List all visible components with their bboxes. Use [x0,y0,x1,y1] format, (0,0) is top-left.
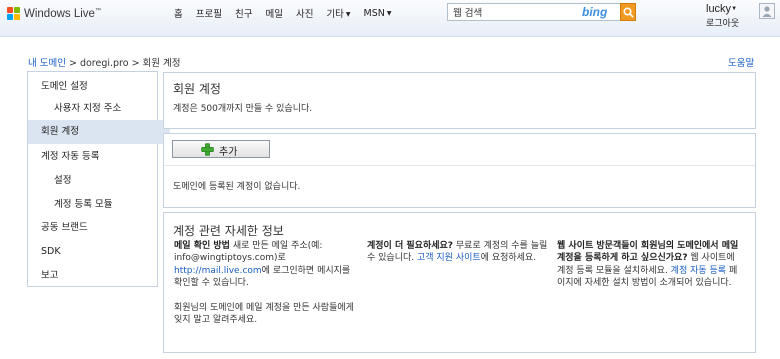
sidebar: 도메인 설정 사용자 지정 주소 회원 계정 계정 자동 등록 설정 계정 등록… [27,71,170,287]
bing-logo: bing [582,5,608,19]
logo-text: Windows Live™ [24,8,101,20]
breadcrumb-separator: > [68,58,77,69]
top-nav: 홈 프로필 친구 메일 사진 기타 ▼ MSN ▼ [174,6,405,21]
sidebar-item-cobrand[interactable]: 공동 브랜드 [28,216,170,240]
breadcrumb: 내 도메인 > doregi.pro > 회원 계정 [28,55,181,69]
divider [164,165,755,166]
caret-down-icon: ▼ [386,9,392,17]
help-link[interactable]: 도움말 [728,55,754,69]
account-info-panel: 계정 관련 자세한 정보 메일 확인 방법 새로 만든 메일 주소(예: inf… [163,212,756,353]
sidebar-item-domain-settings[interactable]: 도메인 설정 [28,75,170,99]
person-icon [762,6,772,17]
green-plus-icon [201,143,214,156]
support-site-link[interactable]: 고객 지원 사이트 [417,253,481,263]
breadcrumb-my-domains[interactable]: 내 도메인 [28,58,66,69]
caret-down-icon: ▼ [345,11,351,18]
auto-registration-link[interactable]: 계정 자동 등록 [671,266,726,276]
info-section-title: 계정 관련 자세한 정보 [173,224,284,238]
account-limit-text: 계정은 500개까지 만들 수 있습니다. [173,104,313,114]
breadcrumb-current: 회원 계정 [142,58,181,69]
nav-friends[interactable]: 친구 [235,6,252,20]
sign-out-link[interactable]: 로그아웃 [706,16,739,29]
breadcrumb-domain[interactable]: doregi.pro [80,58,129,69]
add-button-label: 추가 [219,147,238,158]
sidebar-item-registration-module[interactable]: 계정 등록 모듈 [28,193,183,217]
sidebar-item-sdk[interactable]: SDK [28,240,170,264]
nav-mail[interactable]: 메일 [265,6,282,20]
nav-msn[interactable]: MSN ▼ [364,8,392,19]
info-column-signup-module: 웹 사이트 방문객들이 회원님의 도메인에서 메일 계정을 등록하게 하고 싶으… [557,241,739,289]
windows-flag-icon [7,7,21,21]
nav-photos[interactable]: 사진 [296,6,313,20]
nav-profile[interactable]: 프로필 [196,6,222,20]
top-bar: Windows Live™ 홈 프로필 친구 메일 사진 기타▼ MSN▼ bi… [0,0,780,37]
nav-home[interactable]: 홈 [174,6,183,20]
breadcrumb-separator: > [131,58,140,69]
sidebar-item-custom-address[interactable]: 사용자 지정 주소 [28,97,183,121]
accounts-list-panel: 추가 도메인에 등록된 계정이 없습니다. [163,133,756,208]
nav-more[interactable]: 기타 ▼ [326,6,350,20]
accounts-header-panel: 회원 계정 계정은 500개까지 만들 수 있습니다. [163,72,756,129]
page-title: 회원 계정 [173,82,221,96]
info-column-more-accounts: 계정이 더 필요하세요? 무료로 계정의 수를 늘릴 수 있습니다. 고객 지원… [367,241,548,264]
sidebar-item-member-accounts[interactable]: 회원 계정 [28,120,170,144]
user-name-button[interactable]: lucky▼ [706,3,739,15]
magnifier-icon [623,7,634,18]
sidebar-item-reports[interactable]: 보고 [28,264,170,288]
sidebar-item-auto-registration[interactable]: 계정 자동 등록 [28,145,170,169]
mail-live-link[interactable]: http://mail.live.com [174,266,262,276]
search-input[interactable] [448,4,577,20]
tell-users-text: 회원님의 도메인에 메일 계정을 만든 사람들에게 잊지 말고 알려주세요. [174,302,354,326]
search-button[interactable] [620,3,636,21]
empty-accounts-text: 도메인에 등록된 계정이 없습니다. [173,182,301,192]
sidebar-item-settings[interactable]: 설정 [28,169,183,193]
add-account-button[interactable]: 추가 [172,140,270,158]
user-avatar-icon[interactable] [759,3,775,19]
caret-down-icon: ▼ [731,6,738,12]
search-box: bing [447,3,636,21]
windows-live-logo[interactable]: Windows Live™ [7,6,101,22]
info-column-mail-check: 메일 확인 방법 새로 만든 메일 주소(예: info@wingtiptoys… [174,241,354,326]
user-menu: lucky▼ 로그아웃 [706,3,739,29]
